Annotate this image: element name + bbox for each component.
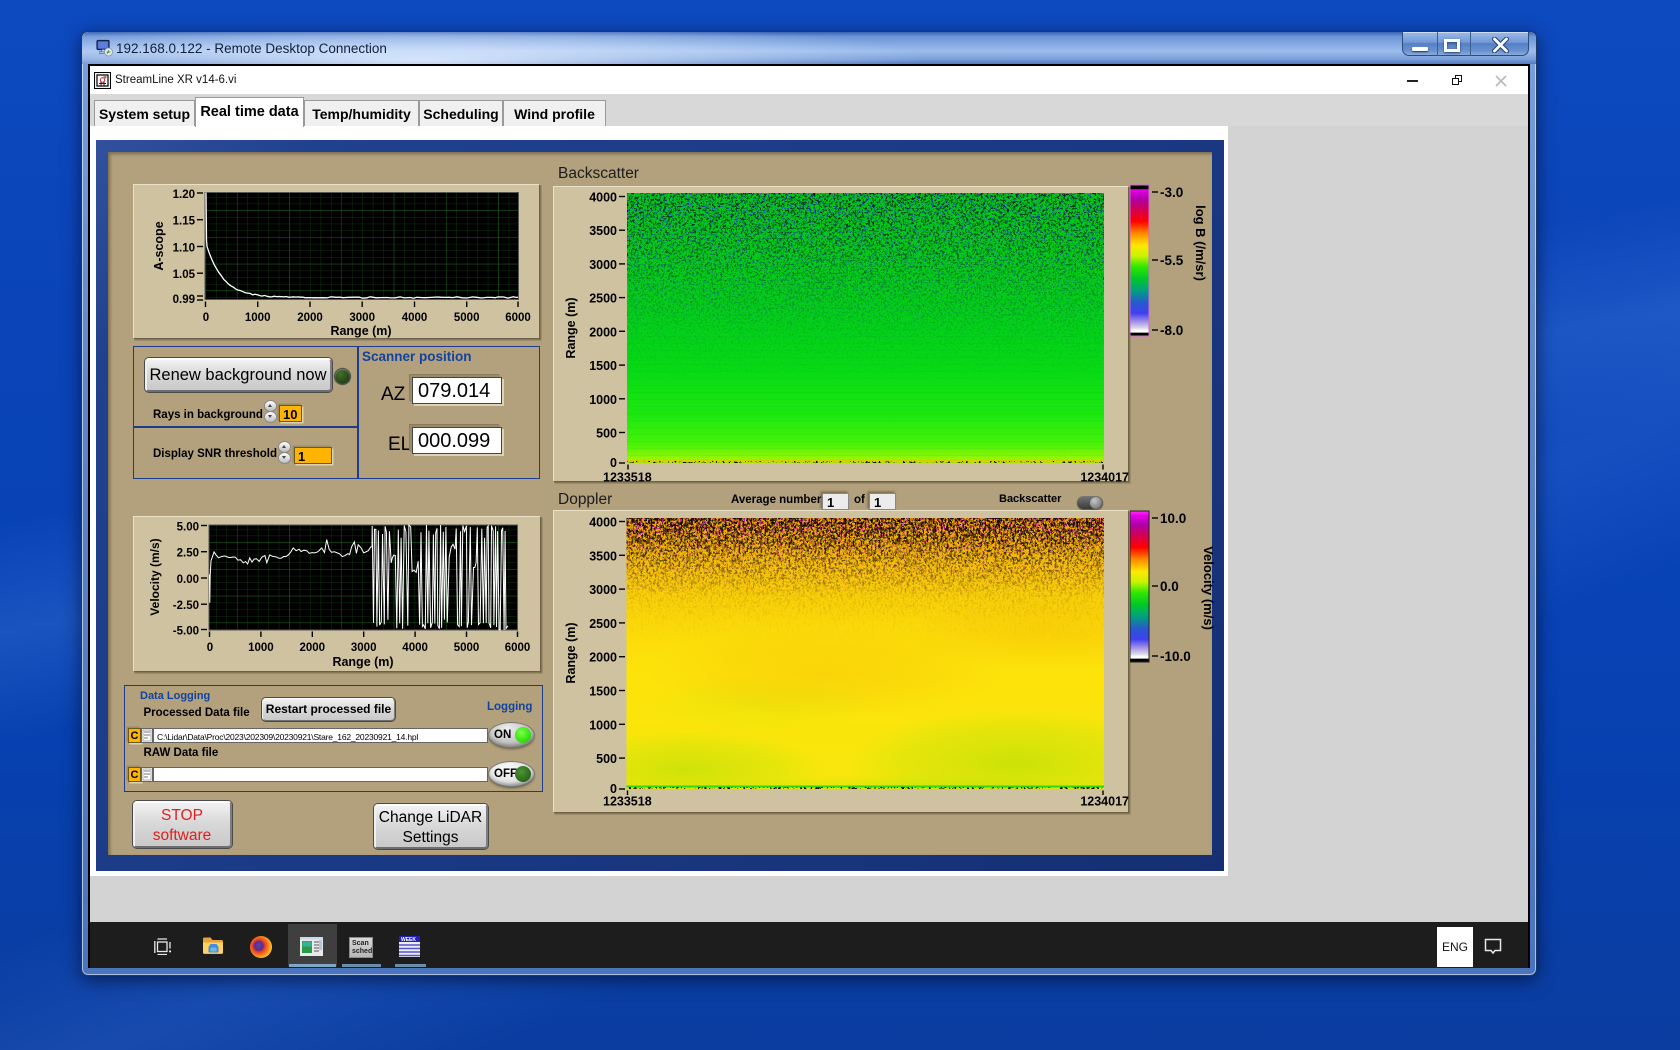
svg-text:-5.5: -5.5 (1160, 253, 1184, 268)
svg-text:A-scope: A-scope (152, 221, 166, 270)
svg-text:3500: 3500 (589, 549, 617, 563)
svg-text:Range (m): Range (m) (564, 297, 578, 358)
svg-text:3000: 3000 (350, 642, 376, 654)
svg-text:0: 0 (610, 456, 617, 470)
svg-text:5000: 5000 (453, 312, 479, 324)
svg-text:0.00: 0.00 (176, 574, 198, 586)
svg-text:Velocity (m/s): Velocity (m/s) (1201, 546, 1216, 630)
svg-text:1234017: 1234017 (1080, 795, 1129, 809)
svg-text:6000: 6000 (504, 642, 530, 654)
svg-text:5000: 5000 (453, 642, 479, 654)
svg-text:-8.0: -8.0 (1160, 323, 1183, 338)
svg-text:-5.00: -5.00 (172, 626, 198, 638)
svg-text:0: 0 (206, 642, 212, 654)
svg-text:3000: 3000 (349, 312, 375, 324)
svg-text:1.05: 1.05 (172, 269, 195, 281)
svg-text:1000: 1000 (248, 642, 274, 654)
svg-text:2500: 2500 (589, 617, 617, 631)
svg-text:1.15: 1.15 (172, 216, 195, 228)
svg-text:1000: 1000 (244, 312, 270, 324)
svg-text:3000: 3000 (589, 257, 617, 271)
svg-text:Range (m): Range (m) (564, 622, 578, 683)
svg-text:4000: 4000 (589, 516, 617, 530)
svg-text:2000: 2000 (589, 651, 617, 665)
svg-text:4000: 4000 (401, 312, 427, 324)
svg-text:3500: 3500 (589, 224, 617, 238)
svg-text:0.0: 0.0 (1160, 579, 1179, 594)
svg-text:1500: 1500 (589, 359, 617, 373)
svg-text:-2.50: -2.50 (172, 600, 198, 612)
svg-text:2000: 2000 (589, 325, 617, 339)
svg-text:1000: 1000 (589, 392, 617, 406)
svg-text:-3.0: -3.0 (1160, 185, 1183, 200)
svg-text:2000: 2000 (297, 312, 323, 324)
svg-text:1500: 1500 (589, 685, 617, 699)
svg-text:2500: 2500 (589, 291, 617, 305)
svg-text:500: 500 (596, 752, 617, 766)
svg-text:4000: 4000 (402, 642, 428, 654)
svg-text:1.10: 1.10 (172, 243, 194, 255)
svg-text:0: 0 (202, 312, 208, 324)
svg-text:1000: 1000 (589, 718, 617, 732)
svg-text:WEEK: WEEK (401, 937, 416, 943)
svg-text:1.20: 1.20 (172, 189, 194, 201)
svg-text:Velocity (m/s): Velocity (m/s) (148, 538, 162, 615)
svg-text:4000: 4000 (589, 190, 617, 204)
svg-text:log B (/m/sr): log B (/m/sr) (1193, 205, 1208, 281)
svg-text:Range (m): Range (m) (332, 655, 393, 669)
svg-text:500: 500 (596, 426, 617, 440)
svg-text:5.00: 5.00 (176, 522, 198, 534)
svg-text:2.50: 2.50 (176, 548, 198, 560)
svg-text:3000: 3000 (589, 583, 617, 597)
svg-text:2000: 2000 (299, 642, 325, 654)
svg-text:1233518: 1233518 (603, 795, 652, 809)
svg-text:10.0: 10.0 (1160, 511, 1186, 526)
svg-text:1234017: 1234017 (1080, 470, 1129, 484)
svg-text:0.99: 0.99 (172, 294, 194, 306)
svg-text:Range (m): Range (m) (330, 324, 391, 338)
svg-text:1233518: 1233518 (603, 470, 652, 484)
svg-text:-10.0: -10.0 (1160, 649, 1191, 664)
svg-text:6000: 6000 (505, 312, 531, 324)
